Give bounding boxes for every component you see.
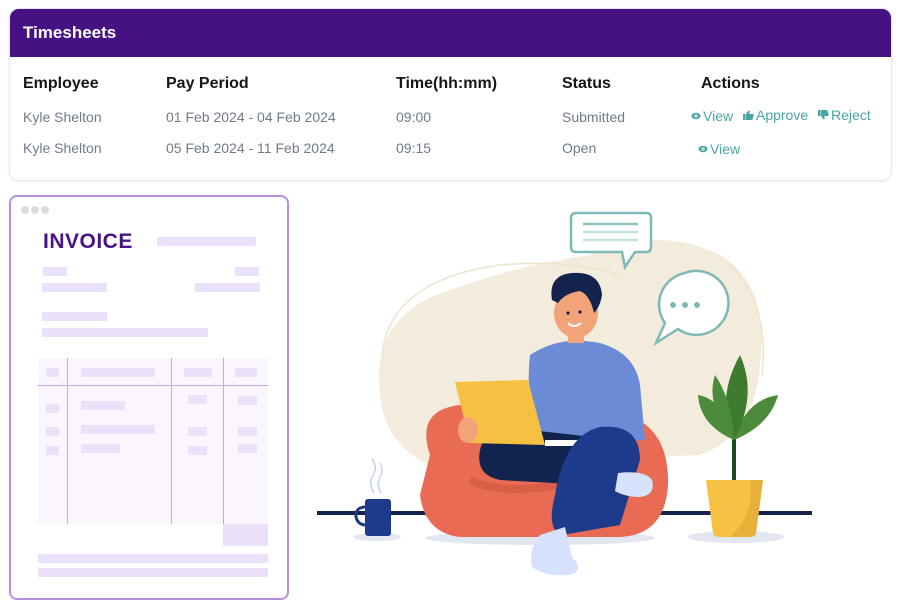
placeholder-bar [46,404,59,413]
column-header-time: Time(hh:mm) [396,75,498,92]
placeholder-bar [81,368,155,377]
placeholder-bar [46,446,59,455]
window-dot [41,206,49,214]
placeholder-bar [188,446,207,455]
status-cell: Open [562,140,597,156]
view-button[interactable]: View [698,141,740,157]
column-header-pay-period: Pay Period [166,75,249,92]
total-box [223,524,268,546]
invoice-illustration: INVOICE [9,195,289,600]
eye-icon [691,112,701,120]
placeholder-bar [238,396,257,405]
column-header-status: Status [562,75,611,92]
divider [171,358,172,524]
placeholder-bar [43,267,67,276]
view-button[interactable]: View [691,108,733,124]
employee-cell: Kyle Shelton [23,109,102,125]
actions-cell: View [698,140,746,157]
thumbs-up-icon [742,110,754,120]
time-cell: 09:15 [396,140,432,156]
placeholder-bar [81,444,120,453]
approve-button[interactable]: Approve [742,107,809,123]
placeholder-bar [38,554,268,563]
employee-cell: Kyle Shelton [23,140,102,156]
placeholder-bar [81,425,155,434]
placeholder-bar [188,395,207,404]
divider [223,358,224,524]
placeholder-bar [38,568,268,577]
thumbs-down-icon [818,110,829,120]
placeholder-bar [195,283,260,292]
column-header-actions: Actions [701,75,760,92]
placeholder-bar [188,427,207,436]
invoice-title: INVOICE [43,230,133,253]
window-dot [21,206,29,214]
coffee-mug-icon [354,458,391,536]
actions-cell: View Approve Reject [691,107,877,124]
reject-button[interactable]: Reject [818,107,871,123]
window-dot [31,206,39,214]
pay-period-cell: 05 Feb 2024 - 11 Feb 2024 [166,140,335,156]
person-illustration [317,211,812,576]
placeholder-bar [238,444,257,453]
timesheets-card: Timesheets Employee Pay Period Time(hh:m… [9,8,892,181]
placeholder-bar [46,368,59,377]
placeholder-bar [81,401,125,410]
divider [38,385,268,386]
card-header: Timesheets [10,9,891,57]
placeholder-bar [238,427,257,436]
placeholder-bar [42,328,208,337]
placeholder-bar [235,267,259,276]
placeholder-bar [157,237,256,246]
placeholder-bar [42,283,107,292]
column-header-employee: Employee [23,75,99,92]
view-label: View [703,108,734,124]
placeholder-bar [235,368,257,377]
card-title: Timesheets [23,23,117,42]
placeholder-bar [42,312,107,321]
pay-period-cell: 01 Feb 2024 - 04 Feb 2024 [166,109,336,125]
divider [67,358,68,524]
reject-label: Reject [831,107,871,123]
approve-label: Approve [755,107,809,123]
invoice-table [38,358,268,524]
status-cell: Submitted [562,109,626,125]
placeholder-bar [46,427,59,436]
eye-icon [698,145,708,153]
placeholder-bar [184,368,212,377]
view-label: View [710,141,741,157]
time-cell: 09:00 [396,109,432,125]
